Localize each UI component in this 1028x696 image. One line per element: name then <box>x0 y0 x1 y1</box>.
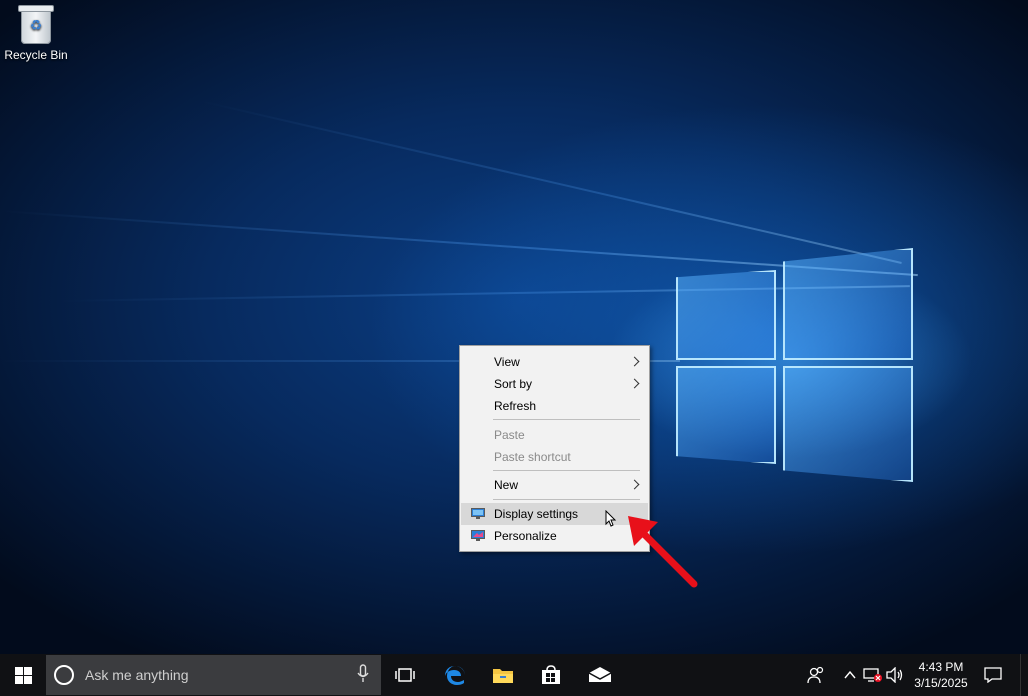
task-view-button[interactable] <box>384 654 426 696</box>
store-icon <box>542 665 560 684</box>
menu-item-paste-shortcut[interactable]: Paste shortcut <box>461 446 648 468</box>
show-hidden-icons-button[interactable] <box>840 654 860 696</box>
menu-separator <box>493 419 640 420</box>
network-disconnected-icon <box>863 668 882 682</box>
action-center-button[interactable] <box>980 654 1006 696</box>
menu-separator <box>493 499 640 500</box>
light-beam <box>59 285 910 302</box>
desktop-icon-label: Recycle Bin <box>4 48 68 62</box>
menu-item-label: Refresh <box>494 399 537 413</box>
menu-item-refresh[interactable]: Refresh <box>461 395 648 417</box>
menu-item-label: Sort by <box>494 377 533 391</box>
mail-icon <box>588 667 612 682</box>
store-button[interactable] <box>530 654 572 696</box>
people-icon <box>807 666 824 684</box>
menu-item-paste[interactable]: Paste <box>461 424 648 446</box>
menu-item-sort-by[interactable]: Sort by <box>461 373 648 395</box>
chevron-right-icon <box>630 373 640 395</box>
windows-start-icon <box>14 666 32 684</box>
search-placeholder: Ask me anything <box>85 667 189 683</box>
mouse-pointer-icon <box>605 510 617 527</box>
annotation-arrow <box>628 516 698 588</box>
menu-item-view[interactable]: View <box>461 351 648 373</box>
desktop[interactable]: Recycle Bin <box>0 0 1028 654</box>
chevron-up-icon <box>844 671 856 679</box>
cortana-search-box[interactable]: Ask me anything <box>46 655 381 695</box>
light-beam <box>199 100 902 264</box>
menu-item-new[interactable]: New <box>461 474 648 496</box>
network-button[interactable] <box>862 654 884 696</box>
mail-button[interactable] <box>579 654 621 696</box>
chevron-right-icon <box>630 474 640 496</box>
menu-item-label: New <box>494 478 519 492</box>
start-button[interactable] <box>0 654 46 696</box>
edge-button[interactable] <box>434 654 476 696</box>
taskbar: Ask me anything 4:43 PM 3/15/2025 <box>0 654 1028 696</box>
desktop-icon-recycle-bin[interactable]: Recycle Bin <box>4 5 68 62</box>
file-explorer-button[interactable] <box>482 654 524 696</box>
task-view-icon <box>395 668 415 682</box>
people-button[interactable] <box>803 654 829 696</box>
clock-date: 3/15/2025 <box>914 676 968 690</box>
speaker-icon <box>886 667 903 683</box>
light-beam <box>0 210 918 277</box>
notification-icon <box>984 667 1002 683</box>
cortana-icon <box>54 665 74 685</box>
menu-item-label: Paste shortcut <box>494 450 571 464</box>
edge-icon <box>445 666 465 685</box>
file-explorer-icon <box>493 669 513 683</box>
menu-item-label: Paste <box>494 428 525 442</box>
menu-item-label: View <box>494 355 520 369</box>
clock[interactable]: 4:43 PM 3/15/2025 <box>906 654 976 696</box>
volume-button[interactable] <box>884 654 906 696</box>
personalize-icon <box>471 530 485 541</box>
display-icon <box>471 508 485 519</box>
menu-separator <box>493 470 640 471</box>
microphone-icon[interactable] <box>357 664 369 684</box>
show-desktop-button[interactable] <box>1020 654 1028 696</box>
recycle-bin-icon <box>18 5 54 44</box>
menu-item-label: Display settings <box>494 507 579 521</box>
clock-time: 4:43 PM <box>918 660 964 674</box>
chevron-right-icon <box>630 351 640 373</box>
menu-item-label: Personalize <box>494 529 557 543</box>
